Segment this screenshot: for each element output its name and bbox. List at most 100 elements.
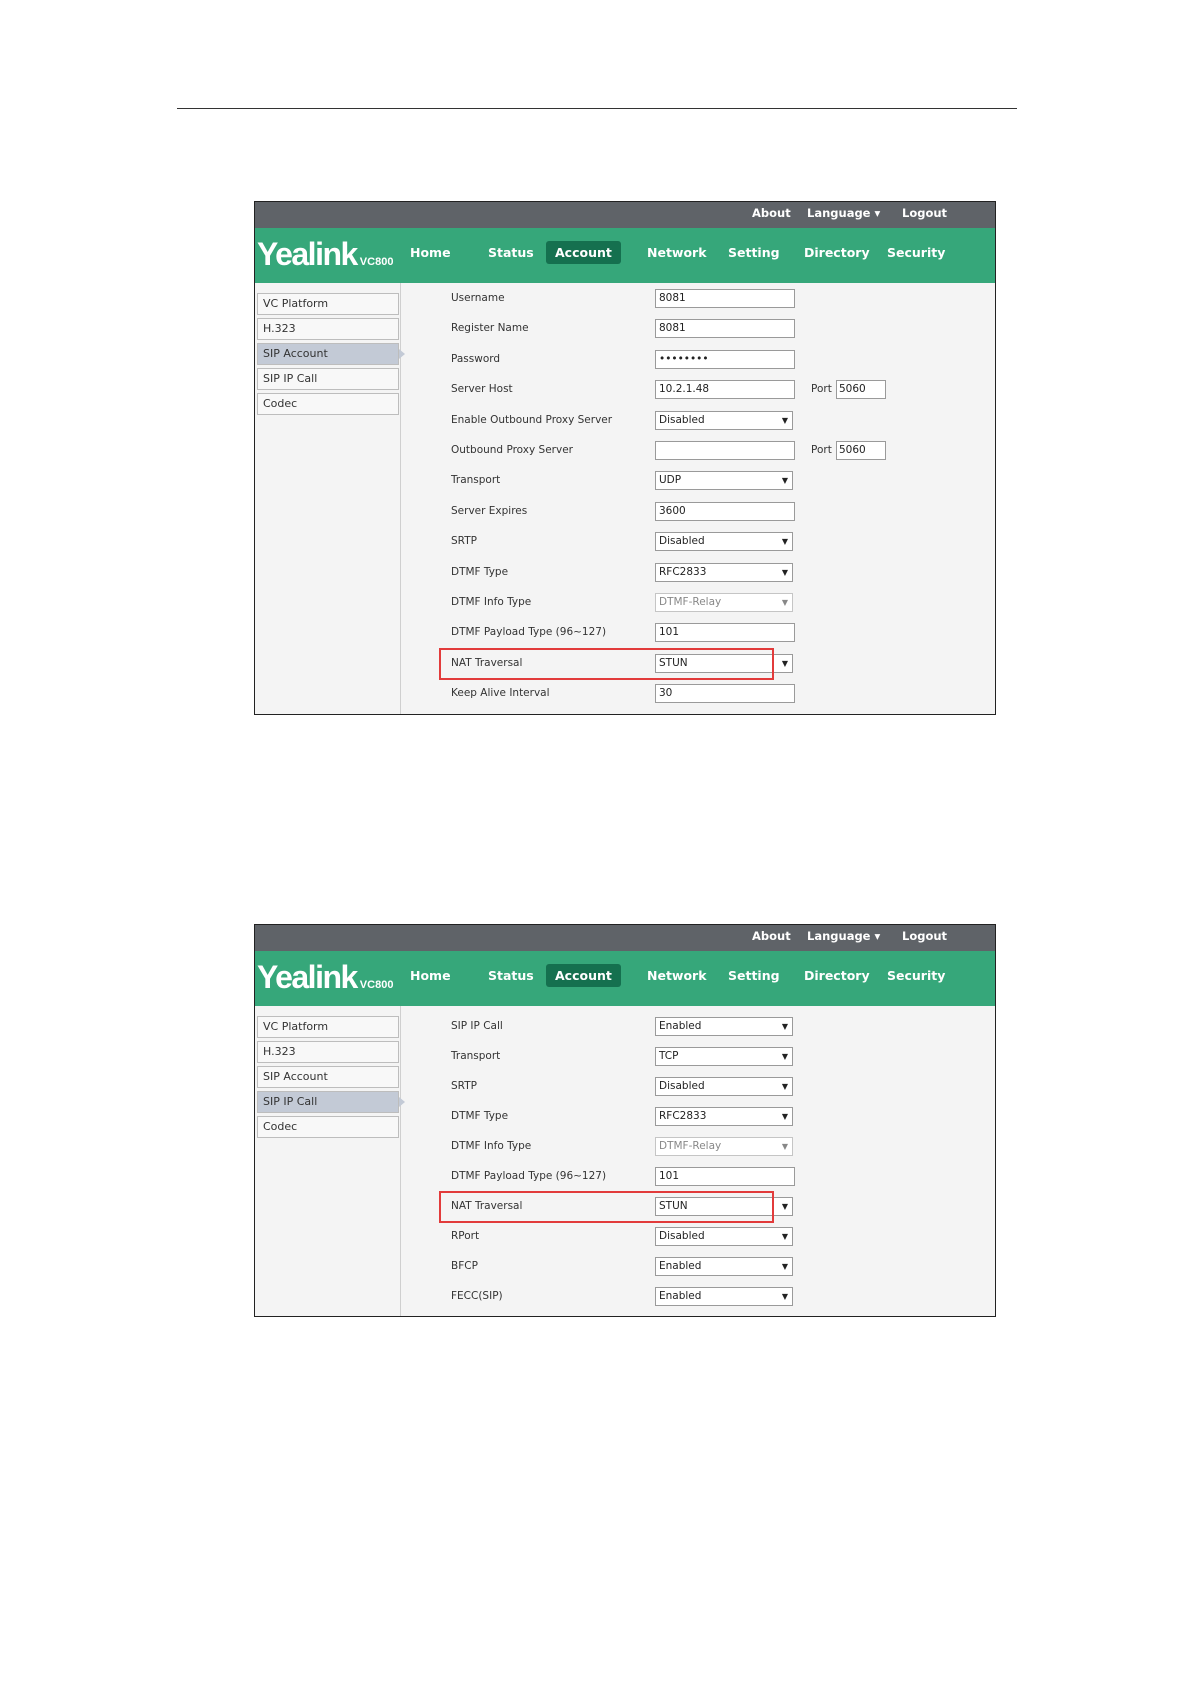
language-menu[interactable]: Language ▾ xyxy=(807,206,880,220)
sidebar-item-codec[interactable]: Codec xyxy=(257,393,399,415)
form-row-dtmf-info-type: DTMF Info Type DTMF-Relay ▼ xyxy=(401,1137,995,1159)
dropdown-arrow-icon: ▼ xyxy=(781,1202,788,1211)
form-row-fecc-sip: FECC(SIP) Enabled ▼ xyxy=(401,1287,995,1309)
nav-tab-directory[interactable]: Directory xyxy=(804,245,870,260)
nav-tab-home[interactable]: Home xyxy=(410,245,451,260)
nav-tab-account[interactable]: Account xyxy=(546,241,621,264)
srtp-select[interactable]: Disabled ▼ xyxy=(655,532,793,552)
field-label: BFCP xyxy=(451,1260,478,1272)
dropdown-arrow-icon: ▼ xyxy=(781,567,788,577)
password-input[interactable]: •••••••• xyxy=(655,349,795,369)
field-label: DTMF Type xyxy=(451,1110,509,1122)
highlight-box xyxy=(439,647,774,680)
field-label: DTMF Payload Type (96~127) xyxy=(451,1170,607,1182)
about-link[interactable]: About xyxy=(752,929,791,943)
sidebar-item-sip-ip-call[interactable]: SIP IP Call xyxy=(257,368,399,390)
field-label: FECC(SIP) xyxy=(451,1290,503,1302)
enable-outbound-proxy-server-select[interactable]: Disabled ▼ xyxy=(655,410,793,430)
field-label: DTMF Type xyxy=(451,565,509,578)
dtmf-info-type-select: DTMF-Relay ▼ xyxy=(655,593,793,612)
top-bar: About Language ▾ Logout xyxy=(255,925,995,951)
settings-form: SIP IP Call Enabled ▼ Transport TCP ▼ SRTP Disa… xyxy=(401,1006,995,1316)
form-row-srtp: SRTP Disabled ▼ xyxy=(401,1077,995,1099)
form-row-dtmf-type: DTMF Type RFC2833 ▼ xyxy=(401,1107,995,1129)
dtmf-type-select[interactable]: RFC2833 ▼ xyxy=(655,1107,793,1126)
keep-alive-interval-input[interactable]: 30 xyxy=(655,684,795,704)
field-label: SIP IP Call xyxy=(451,1020,503,1032)
form-row-keep-alive-interval: Keep Alive Interval 30 xyxy=(401,684,995,706)
dropdown-arrow-icon: ▼ xyxy=(781,1142,788,1151)
nav-tab-directory[interactable]: Directory xyxy=(804,968,870,983)
dropdown-arrow-icon: ▼ xyxy=(781,537,788,547)
srtp-select[interactable]: Disabled ▼ xyxy=(655,1077,793,1096)
server-expires-input[interactable]: 3600 xyxy=(655,501,795,521)
dtmf-payload-type-96-127-input[interactable]: 101 xyxy=(655,623,795,643)
nav-tab-security[interactable]: Security xyxy=(887,968,945,983)
field-label: SRTP xyxy=(451,1080,477,1092)
username-input[interactable]: 8081 xyxy=(655,289,795,308)
form-row-transport: Transport UDP ▼ xyxy=(401,471,995,493)
nav-tab-network[interactable]: Network xyxy=(647,968,707,983)
nav-tab-network[interactable]: Network xyxy=(647,245,707,260)
nav-tab-security[interactable]: Security xyxy=(887,245,945,260)
dropdown-arrow-icon: ▼ xyxy=(781,415,788,425)
dropdown-arrow-icon: ▼ xyxy=(781,598,788,607)
form-row-dtmf-info-type: DTMF Info Type DTMF-Relay ▼ xyxy=(401,593,995,615)
sidebar-item-vc-platform[interactable]: VC Platform xyxy=(257,1016,399,1038)
nav-tab-setting[interactable]: Setting xyxy=(728,245,780,260)
sidebar-item-codec[interactable]: Codec xyxy=(257,1116,399,1138)
field-label: DTMF Info Type xyxy=(451,596,532,608)
sidebar-item-sip-ip-call[interactable]: SIP IP Call xyxy=(257,1091,405,1113)
nav-tab-account[interactable]: Account xyxy=(546,964,621,987)
sidebar: VC Platform H.323 SIP Account SIP IP Call Co… xyxy=(255,283,405,714)
field-label: Enable Outbound Proxy Server xyxy=(451,413,613,426)
sidebar-item-h-323[interactable]: H.323 xyxy=(257,1041,399,1063)
form-row-dtmf-payload-type-96-127: DTMF Payload Type (96~127) 101 xyxy=(401,623,995,645)
sidebar-item-sip-account[interactable]: SIP Account xyxy=(257,343,405,365)
field-label: DTMF Info Type xyxy=(451,1140,532,1152)
sidebar-item-vc-platform[interactable]: VC Platform xyxy=(257,293,399,315)
field-label: Transport xyxy=(451,474,501,487)
server-host-input[interactable]: 10.2.1.48 xyxy=(655,380,795,400)
sidebar-item-sip-account[interactable]: SIP Account xyxy=(257,1066,399,1088)
screenshot-sip-account: About Language ▾ Logout Yealink VC800 Hom… xyxy=(254,201,996,715)
form-row-enable-outbound-proxy-server: Enable Outbound Proxy Server Disabled ▼ xyxy=(401,410,995,433)
about-link[interactable]: About xyxy=(752,206,791,220)
dropdown-arrow-icon: ▼ xyxy=(781,1082,788,1091)
transport-select[interactable]: UDP ▼ xyxy=(655,471,793,491)
field-label: Outbound Proxy Server xyxy=(451,444,573,456)
port-input[interactable]: 5060 xyxy=(836,380,886,400)
bfcp-select[interactable]: Enabled ▼ xyxy=(655,1257,793,1276)
dropdown-arrow-icon: ▼ xyxy=(781,1052,788,1061)
port-input[interactable]: 5060 xyxy=(836,441,886,460)
port-label: Port xyxy=(811,383,832,396)
field-label: Password xyxy=(451,352,501,365)
nav-tab-status[interactable]: Status xyxy=(488,968,534,983)
dtmf-payload-type-96-127-input[interactable]: 101 xyxy=(655,1167,795,1186)
outbound-proxy-server-input[interactable] xyxy=(655,441,795,460)
port-label: Port xyxy=(811,444,832,456)
field-label: RPort xyxy=(451,1230,480,1242)
field-label: Username xyxy=(451,292,505,304)
nav-tab-status[interactable]: Status xyxy=(488,245,534,260)
sip-ip-call-select[interactable]: Enabled ▼ xyxy=(655,1017,793,1036)
language-menu[interactable]: Language ▾ xyxy=(807,929,880,943)
dtmf-type-select[interactable]: RFC2833 ▼ xyxy=(655,562,793,582)
sidebar-item-h-323[interactable]: H.323 xyxy=(257,318,399,340)
transport-select[interactable]: TCP ▼ xyxy=(655,1047,793,1066)
page-header-rule xyxy=(177,108,1017,109)
top-bar: About Language ▾ Logout xyxy=(255,202,995,228)
nav-tab-setting[interactable]: Setting xyxy=(728,968,780,983)
register-name-input[interactable]: 8081 xyxy=(655,319,795,339)
logout-link[interactable]: Logout xyxy=(902,929,947,943)
form-row-server-expires: Server Expires 3600 xyxy=(401,501,995,524)
dropdown-arrow-icon: ▼ xyxy=(781,1292,788,1301)
form-row-dtmf-type: DTMF Type RFC2833 ▼ xyxy=(401,562,995,585)
logout-link[interactable]: Logout xyxy=(902,206,947,220)
nav-tab-home[interactable]: Home xyxy=(410,968,451,983)
rport-select[interactable]: Disabled ▼ xyxy=(655,1227,793,1246)
field-label: SRTP xyxy=(451,535,477,548)
form-row-password: Password •••••••• xyxy=(401,349,995,372)
field-label: Register Name xyxy=(451,322,529,335)
fecc-sip-select[interactable]: Enabled ▼ xyxy=(655,1287,793,1306)
